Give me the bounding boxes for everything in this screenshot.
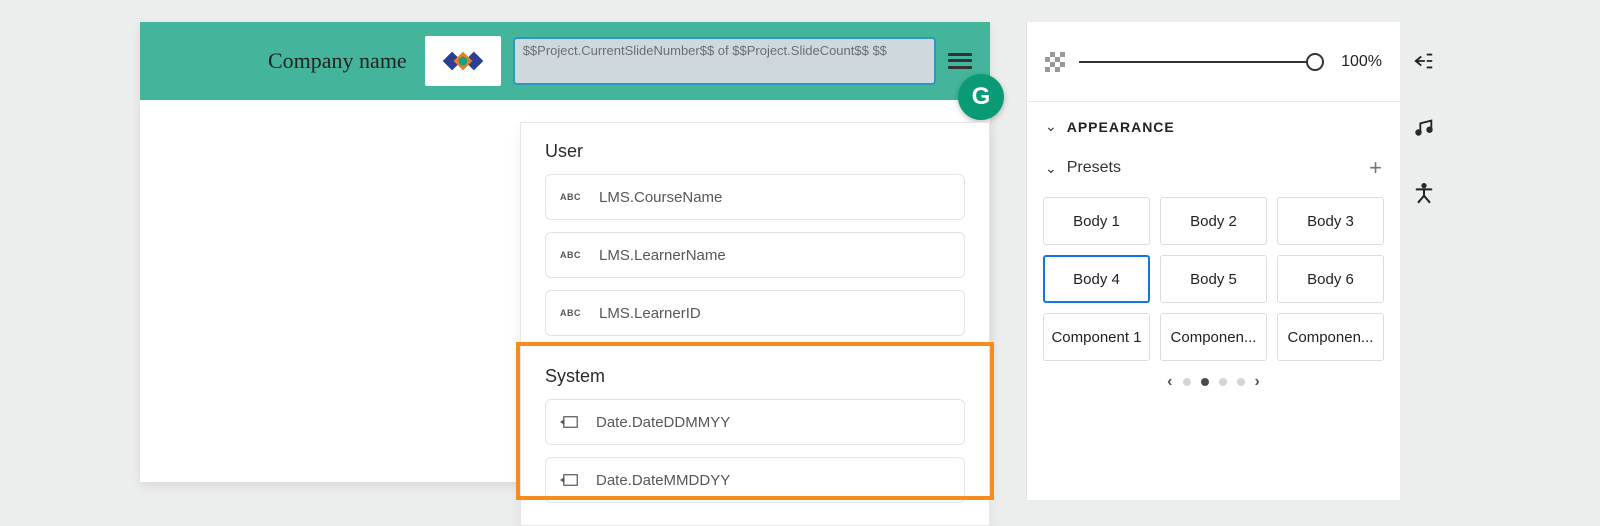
preset-pager: ‹ › (1027, 361, 1400, 391)
preset-body-6[interactable]: Body 6 (1277, 255, 1384, 303)
text-type-icon: ABC (560, 308, 581, 318)
canvas-stage: Company name $$Project.CurrentSlideNumbe… (140, 22, 990, 482)
company-name-label: Company name (268, 48, 407, 74)
slide-header-bar: Company name $$Project.CurrentSlideNumbe… (140, 22, 990, 100)
pager-next-icon[interactable]: › (1255, 373, 1260, 391)
appearance-section-head[interactable]: ⌄ APPEARANCE (1027, 102, 1400, 151)
pager-dot[interactable] (1201, 378, 1209, 386)
properties-panel: 100% ⌄ APPEARANCE ⌄ Presets + Body 1 Bod… (1026, 22, 1400, 500)
system-var-icon (560, 473, 578, 487)
preset-component-3[interactable]: Componen... (1277, 313, 1384, 361)
company-logo (425, 36, 501, 86)
preset-component-1[interactable]: Component 1 (1043, 313, 1150, 361)
text-type-icon: ABC (560, 192, 581, 202)
preset-body-4[interactable]: Body 4 (1043, 255, 1150, 303)
variable-item[interactable]: Date.DateDDMMYY (545, 399, 965, 445)
pager-dot[interactable] (1183, 378, 1191, 386)
presets-title: Presets (1067, 159, 1121, 177)
pager-prev-icon[interactable]: ‹ (1167, 373, 1172, 391)
variable-item[interactable]: Date.DateMMDDYY (545, 457, 965, 503)
variable-item-label: LMS.LearnerID (599, 305, 701, 322)
grammarly-badge-icon[interactable]: G (958, 74, 1004, 120)
opacity-control-row: 100% (1027, 22, 1400, 102)
variable-item-label: Date.DateMMDDYY (596, 472, 730, 489)
dropdown-section-title-system: System (521, 348, 989, 399)
variable-item[interactable]: ABC LMS.LearnerID (545, 290, 965, 336)
interactions-icon[interactable] (1413, 50, 1435, 72)
opacity-slider[interactable] (1079, 61, 1324, 63)
opacity-value: 100% (1338, 53, 1382, 71)
preset-body-3[interactable]: Body 3 (1277, 197, 1384, 245)
text-type-icon: ABC (560, 250, 581, 260)
hamburger-menu-icon[interactable] (948, 51, 972, 71)
system-var-icon (560, 415, 578, 429)
transparency-icon (1045, 52, 1065, 72)
right-toolbar (1404, 50, 1444, 204)
appearance-title: APPEARANCE (1067, 119, 1175, 135)
variable-item[interactable]: ABC LMS.CourseName (545, 174, 965, 220)
variable-text-field[interactable]: $$Project.CurrentSlideNumber$$ of $$Proj… (513, 37, 936, 85)
chevron-down-icon: ⌄ (1045, 118, 1057, 135)
dropdown-section-title-user: User (521, 123, 989, 174)
audio-icon[interactable] (1413, 116, 1435, 138)
add-preset-button[interactable]: + (1369, 155, 1382, 181)
preset-body-5[interactable]: Body 5 (1160, 255, 1267, 303)
chevron-down-icon[interactable]: ⌄ (1045, 160, 1057, 177)
variable-item[interactable]: ABC LMS.LearnerName (545, 232, 965, 278)
preset-body-2[interactable]: Body 2 (1160, 197, 1267, 245)
pager-dot[interactable] (1219, 378, 1227, 386)
preset-grid: Body 1 Body 2 Body 3 Body 4 Body 5 Body … (1027, 191, 1400, 361)
variable-item-label: LMS.LearnerName (599, 247, 726, 264)
variable-item-label: Date.DateDDMMYY (596, 414, 730, 431)
preset-component-2[interactable]: Componen... (1160, 313, 1267, 361)
variable-item-label: LMS.CourseName (599, 189, 722, 206)
variable-dropdown-panel: User ABC LMS.CourseName ABC LMS.LearnerN… (520, 122, 990, 526)
accessibility-icon[interactable] (1413, 182, 1435, 204)
presets-head: ⌄ Presets + (1027, 151, 1400, 191)
pager-dot[interactable] (1237, 378, 1245, 386)
preset-body-1[interactable]: Body 1 (1043, 197, 1150, 245)
